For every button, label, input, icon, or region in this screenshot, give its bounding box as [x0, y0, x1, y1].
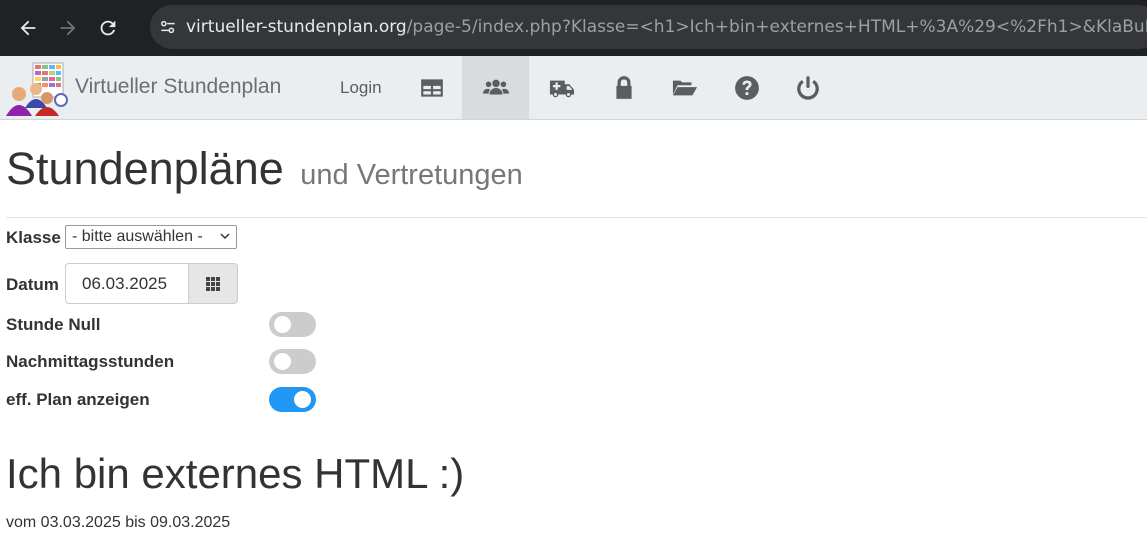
browser-toolbar: virtueller-stundenplan.org/page-5/index.… [0, 0, 1147, 56]
external-heading: Ich bin externes HTML :) [6, 450, 465, 497]
site-info-icon[interactable] [158, 12, 178, 42]
nav-logout[interactable] [778, 56, 838, 119]
date-range: vom 03.03.2025 bis 09.03.2025 [6, 514, 231, 531]
nav-substitution[interactable] [532, 56, 592, 119]
toggle-knob [274, 316, 291, 333]
logo[interactable] [3, 60, 69, 118]
eff-plan-label: eff. Plan anzeigen [6, 390, 150, 409]
nav-classes[interactable] [462, 56, 529, 119]
stunde-null-toggle[interactable] [269, 312, 316, 337]
nachmittagsstunden-label: Nachmittagsstunden [6, 352, 175, 371]
chevron-down-icon [220, 233, 230, 240]
divider [6, 217, 1147, 218]
nachmittagsstunden-toggle[interactable] [269, 349, 316, 374]
folder-open-icon [672, 80, 698, 95]
page-title: Stundenpläne und Vertretungen [6, 143, 523, 195]
reload-button[interactable] [88, 8, 128, 48]
back-button[interactable] [8, 8, 48, 48]
toggle-knob [294, 391, 311, 408]
url-host: virtueller-stundenplan.org [186, 17, 407, 37]
login-link[interactable]: Login [340, 78, 382, 98]
klasse-select[interactable]: - bitte auswählen - [65, 225, 237, 249]
arrow-right-icon [60, 20, 76, 36]
datepicker-button[interactable] [187, 264, 237, 303]
ambulance-icon [549, 80, 575, 97]
power-off-icon [797, 75, 819, 100]
arrow-left-icon [20, 20, 36, 36]
address-bar[interactable]: virtueller-stundenplan.org/page-5/index.… [150, 5, 1147, 49]
table-icon [421, 78, 443, 97]
datum-input[interactable]: 06.03.2025 [66, 264, 188, 303]
question-circle-icon [735, 75, 759, 100]
nav-timetable[interactable] [402, 56, 462, 119]
url-path: /page-5/index.php?Klasse=<h1>Ich+bin+ext… [406, 17, 1147, 37]
reload-icon [100, 20, 116, 36]
nav-files[interactable] [655, 56, 715, 119]
calendar-grid-icon [205, 276, 220, 291]
nav-lock[interactable] [594, 56, 654, 119]
toggle-knob [274, 353, 291, 370]
users-icon [482, 79, 509, 94]
stunde-null-label: Stunde Null [6, 315, 101, 334]
klasse-label: Klasse [6, 228, 61, 247]
page-subtitle: und Vertretungen [300, 159, 523, 191]
url-text[interactable]: virtueller-stundenplan.org/page-5/index.… [186, 17, 1147, 37]
nav-help[interactable] [717, 56, 777, 119]
datum-label: Datum [6, 275, 59, 294]
forward-button[interactable] [48, 8, 88, 48]
klasse-select-value: - bitte auswählen - [72, 228, 203, 245]
lock-icon [616, 75, 632, 99]
site-navbar: Virtueller Stundenplan Login [0, 56, 1147, 120]
brand-title[interactable]: Virtueller Stundenplan [75, 75, 281, 99]
page-title-main: Stundenpläne [6, 143, 284, 194]
datum-field: 06.03.2025 [65, 263, 238, 304]
eff-plan-toggle[interactable] [269, 387, 316, 412]
